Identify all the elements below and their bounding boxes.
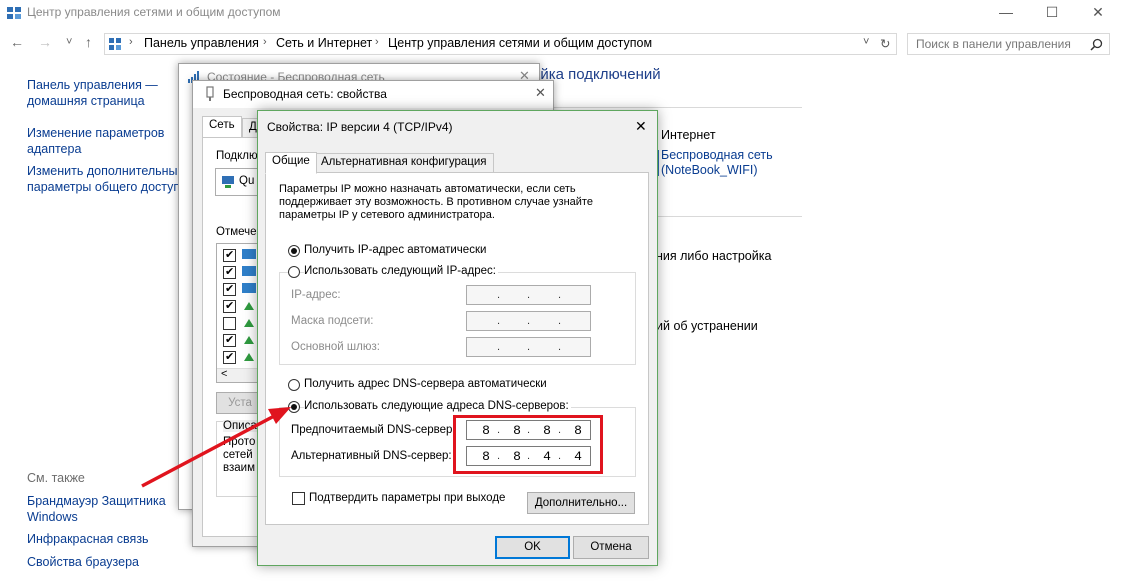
ip-manual-radio[interactable] bbox=[288, 266, 300, 278]
close-window-button[interactable]: ✕ bbox=[1075, 0, 1121, 26]
network-center-icon bbox=[7, 7, 21, 19]
ip-dot: . bbox=[558, 289, 562, 301]
see-also-firewall-link[interactable]: Брандмауэр Защитника Windows bbox=[27, 493, 166, 525]
ipv4-close-icon[interactable]: ✕ bbox=[635, 118, 647, 135]
dns-auto-radio[interactable] bbox=[288, 379, 300, 391]
window-titlebar: Центр управления сетями и общим доступом… bbox=[0, 0, 1123, 26]
tab-network[interactable]: Сеть bbox=[202, 116, 242, 138]
dns-manual-radio[interactable] bbox=[288, 401, 300, 413]
wireless-properties-title: Беспроводная сеть: свойства bbox=[223, 87, 387, 101]
address-bar: ← → ˅ ↑ › Панель управления › Сеть и Инт… bbox=[0, 30, 1123, 58]
see-also-header: См. также bbox=[27, 471, 85, 485]
back-arrow-icon[interactable]: ← bbox=[10, 34, 24, 50]
ip-address-field[interactable]: . . . bbox=[466, 285, 591, 305]
validate-label[interactable]: Подтвердить параметры при выходе bbox=[309, 492, 505, 504]
sidebar-link-sharing-settings[interactable]: Изменить дополнительные параметры общего… bbox=[27, 163, 187, 195]
ip-dot: . bbox=[497, 315, 501, 327]
breadcrumb-network-center[interactable]: Центр управления сетями и общим доступом bbox=[388, 36, 652, 50]
dns-highlight-frame bbox=[453, 415, 603, 474]
ipv4-properties-dialog: Свойства: IP версии 4 (TCP/IPv4) ✕ Общие… bbox=[257, 110, 658, 566]
validate-checkbox[interactable] bbox=[292, 492, 305, 505]
components-label: Отмечен bbox=[216, 226, 263, 238]
ip-dot: . bbox=[497, 289, 501, 301]
up-arrow-icon[interactable]: ↑ bbox=[85, 34, 92, 50]
description-text: Прото сетей взаим bbox=[223, 436, 256, 474]
sidebar-link-home[interactable]: Панель управления — домашняя страница bbox=[27, 77, 158, 109]
component-checkbox[interactable]: ✔ bbox=[223, 334, 236, 347]
component-checkbox[interactable] bbox=[223, 317, 236, 330]
gateway-label: Основной шлюз: bbox=[291, 341, 380, 353]
connect-using-label: Подклю bbox=[216, 150, 258, 162]
troubleshoot-text[interactable]: ий об устранении bbox=[656, 319, 758, 333]
breadcrumb-separator: › bbox=[263, 36, 267, 48]
recent-locations-chevron-icon[interactable]: ˅ bbox=[66, 36, 72, 48]
cancel-button[interactable]: Отмена bbox=[573, 536, 649, 559]
control-panel-icon bbox=[109, 38, 121, 50]
ip-address-label: IP-адрес: bbox=[291, 289, 341, 301]
ok-button[interactable]: OK bbox=[495, 536, 570, 559]
breadcrumb-network-internet[interactable]: Сеть и Интернет bbox=[276, 36, 372, 50]
tab-alternate-config[interactable]: Альтернативная конфигурация bbox=[314, 153, 494, 173]
forward-arrow-icon[interactable]: → bbox=[38, 34, 52, 50]
dns-auto-label[interactable]: Получить адрес DNS-сервера автоматически bbox=[304, 378, 547, 390]
component-checkbox[interactable]: ✔ bbox=[223, 283, 236, 296]
internet-access-label: Интернет bbox=[661, 128, 716, 142]
component-checkbox[interactable]: ✔ bbox=[223, 300, 236, 313]
component-checkbox[interactable]: ✔ bbox=[223, 351, 236, 364]
ip-auto-radio[interactable] bbox=[288, 245, 300, 257]
preferred-dns-label: Предпочитаемый DNS-сервер: bbox=[291, 424, 456, 436]
gateway-field[interactable]: . . . bbox=[466, 337, 591, 357]
search-input[interactable]: Поиск в панели управления bbox=[907, 33, 1110, 55]
advanced-button[interactable]: Дополнительно... bbox=[527, 492, 635, 514]
ip-dot: . bbox=[558, 315, 562, 327]
component-checkbox[interactable]: ✔ bbox=[223, 249, 236, 262]
ip-manual-label[interactable]: Использовать следующий IP-адрес: bbox=[304, 265, 498, 277]
see-also-browser-props-link[interactable]: Свойства браузера bbox=[27, 554, 139, 570]
wireless-connection-link[interactable]: Беспроводная сеть (NoteBook_WIFI) bbox=[661, 148, 773, 178]
breadcrumb-separator: › bbox=[129, 36, 133, 48]
minimize-button[interactable]: — bbox=[983, 0, 1029, 26]
tab-general[interactable]: Общие bbox=[265, 152, 317, 174]
setup-connection-text[interactable]: ния либо настройка bbox=[656, 249, 771, 263]
maximize-button[interactable]: ☐ bbox=[1029, 0, 1075, 26]
description-label: Описа bbox=[223, 420, 257, 432]
sidebar-link-adapter-settings[interactable]: Изменение параметров адаптера bbox=[27, 125, 164, 157]
dns-manual-label[interactable]: Использовать следующие адреса DNS-сервер… bbox=[304, 400, 571, 412]
ip-auto-label[interactable]: Получить IP-адрес автоматически bbox=[304, 244, 486, 256]
ipv4-dialog-title: Свойства: IP версии 4 (TCP/IPv4) bbox=[267, 120, 453, 134]
search-placeholder: Поиск в панели управления bbox=[916, 37, 1071, 51]
ip-dot: . bbox=[527, 341, 531, 353]
subnet-mask-field[interactable]: . . . bbox=[466, 311, 591, 331]
wireless-properties-close-icon[interactable]: ✕ bbox=[535, 85, 546, 101]
adapter-name: Qu bbox=[239, 175, 255, 187]
ip-dot: . bbox=[497, 341, 501, 353]
intro-text: Параметры IP можно назначать автоматичес… bbox=[279, 183, 593, 221]
section-divider bbox=[532, 107, 802, 108]
address-path-box[interactable]: › Панель управления › Сеть и Интернет › … bbox=[104, 33, 897, 55]
see-also-infrared-link[interactable]: Инфракрасная связь bbox=[27, 531, 149, 547]
subnet-mask-label: Маска подсети: bbox=[291, 315, 374, 327]
refresh-icon[interactable]: ↻ bbox=[880, 36, 890, 51]
scroll-left-icon[interactable]: < bbox=[221, 368, 227, 380]
ip-dot: . bbox=[558, 341, 562, 353]
component-checkbox[interactable]: ✔ bbox=[223, 266, 236, 279]
window-title: Центр управления сетями и общим доступом bbox=[27, 5, 281, 19]
address-dropdown-chevron-icon[interactable]: ˅ bbox=[863, 36, 869, 48]
network-card-icon bbox=[222, 176, 234, 188]
ip-dot: . bbox=[527, 289, 531, 301]
ip-dot: . bbox=[527, 315, 531, 327]
search-icon[interactable] bbox=[1090, 38, 1103, 51]
breadcrumb-control-panel[interactable]: Панель управления bbox=[144, 36, 259, 50]
breadcrumb-separator: › bbox=[375, 36, 379, 48]
network-adapter-icon bbox=[206, 86, 214, 101]
alternate-dns-label: Альтернативный DNS-сервер: bbox=[291, 450, 452, 462]
